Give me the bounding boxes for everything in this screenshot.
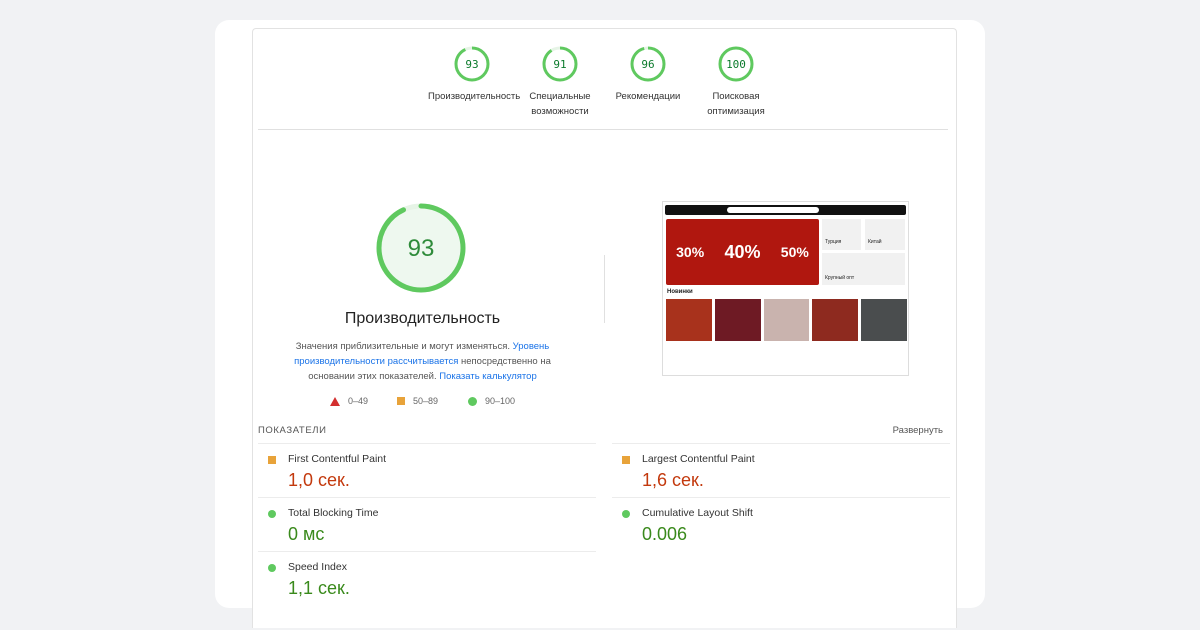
description: Значения приблизительные и могут изменят… <box>270 339 575 384</box>
triangle-icon <box>330 396 340 406</box>
metric-label: Speed Index <box>288 561 347 573</box>
legend-average: 50–89 <box>397 396 438 406</box>
divider <box>612 443 950 444</box>
category-gauge[interactable]: 100 Поисковая оптимизация <box>692 45 780 119</box>
square-icon <box>397 397 405 405</box>
page-screenshot: 30% 40% 50% Турция Китай Крупный опт Нов… <box>662 201 909 376</box>
category-gauge[interactable]: 93 Производительность <box>428 45 520 104</box>
category-score: 100 <box>726 58 746 71</box>
gauge-ring: 96 <box>630 46 666 82</box>
banner-text: 50% <box>780 244 809 260</box>
metric-item: Cumulative Layout Shift 0.006 <box>612 499 950 553</box>
legend-pass: 90–100 <box>468 396 515 406</box>
square-icon <box>268 456 276 464</box>
metric-label: Largest Contentful Paint <box>642 453 755 465</box>
metric-label: Total Blocking Time <box>288 507 379 519</box>
metric-item: First Contentful Paint 1,0 сек. <box>258 445 596 499</box>
divider <box>258 443 596 444</box>
category-score: 93 <box>465 58 478 71</box>
metric-item: Largest Contentful Paint 1,6 сек. <box>612 445 950 499</box>
calculator-link[interactable]: Показать калькулятор <box>439 371 536 382</box>
metrics-header: ПОКАЗАТЕЛИ <box>258 425 327 436</box>
category-label: Поисковая оптимизация <box>707 91 765 117</box>
legend-label: 0–49 <box>348 396 369 406</box>
category-label: Рекомендации <box>615 91 681 102</box>
square-icon <box>622 456 630 464</box>
performance-gauge: 93 <box>376 203 466 293</box>
tile: Крупный опт <box>822 253 905 285</box>
metric-label: First Contentful Paint <box>288 453 387 465</box>
category-score: 91 <box>553 58 566 71</box>
gauge-ring: 93 <box>454 46 490 82</box>
category-label: Специальные возможности <box>529 91 591 117</box>
legend-label: 50–89 <box>413 396 439 406</box>
section-label: Новинки <box>667 289 693 295</box>
circle-icon <box>622 510 630 518</box>
banner-text: 30% <box>676 244 705 260</box>
metric-value: 1,0 сек. <box>288 470 350 490</box>
performance-score: 93 <box>408 235 435 262</box>
circle-icon <box>268 564 276 572</box>
tile: Турция <box>822 219 861 250</box>
category-gauge[interactable]: 96 Рекомендации <box>604 45 692 104</box>
section-title: Производительность <box>344 310 501 327</box>
legend-label: 90–100 <box>485 396 516 406</box>
gauge-ring: 91 <box>542 46 578 82</box>
expand-button[interactable]: Развернуть <box>880 425 943 436</box>
metric-item: Speed Index 1,1 сек. <box>258 553 596 607</box>
divider <box>258 129 948 130</box>
divider <box>604 255 605 323</box>
banner-text: 40% <box>724 241 761 262</box>
metric-value: 1,1 сек. <box>288 578 350 598</box>
metric-value: 1,6 сек. <box>642 470 704 490</box>
category-score: 96 <box>641 58 654 71</box>
gauge-ring: 100 <box>718 46 754 82</box>
metric-label: Cumulative Layout Shift <box>642 507 753 519</box>
tile: Китай <box>865 219 905 250</box>
metric-value: 0 мс <box>288 524 325 544</box>
circle-icon <box>268 510 276 518</box>
metric-value: 0.006 <box>642 524 688 544</box>
metric-item: Total Blocking Time 0 мс <box>258 499 596 553</box>
circle-icon <box>468 396 477 406</box>
category-label: Производительность <box>428 91 521 102</box>
legend-fail: 0–49 <box>330 396 368 406</box>
category-gauge[interactable]: 91 Специальные возможности <box>516 45 604 119</box>
desc-text: Значения приблизительные и могут изменят… <box>295 341 513 352</box>
